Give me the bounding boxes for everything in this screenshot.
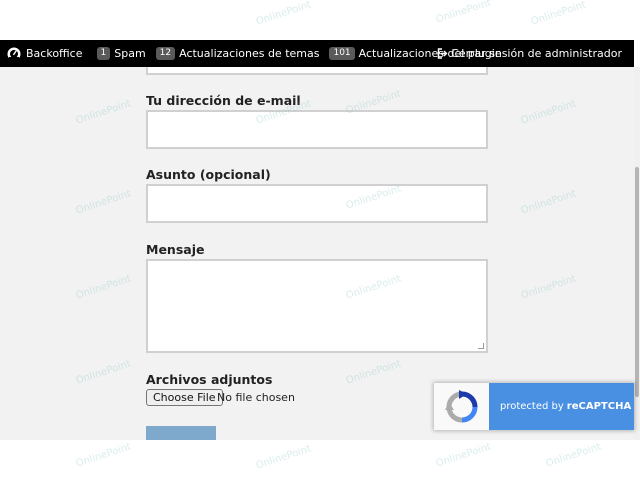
recaptcha-brand: reCAPTCHA (566, 401, 632, 412)
watermark: OnlinePoint (74, 358, 133, 387)
resize-handle-icon[interactable] (478, 343, 484, 349)
recaptcha-text: protected by reCAPTCHA (489, 383, 634, 430)
watermark: OnlinePoint (519, 188, 578, 217)
recaptcha-prefix: protected by (500, 401, 564, 412)
attachments-label: Archivos adjuntos (146, 372, 273, 387)
spam-count-badge: 1 (96, 47, 111, 60)
bottom-blank-area: OnlinePoint OnlinePoint OnlinePoint Onli… (0, 440, 640, 480)
subject-label: Asunto (opcional) (146, 167, 271, 182)
scrollbar[interactable] (634, 67, 640, 440)
admin-bar: Backoffice 1 Spam 12 Actualizaciones de … (0, 40, 634, 67)
logout-label: Cerrar sesión de administrador (451, 47, 622, 60)
logout-link[interactable]: Cerrar sesión de administrador (437, 40, 622, 67)
plugin-updates-count-badge: 101 (329, 47, 355, 60)
spam-label: Spam (114, 47, 146, 60)
backoffice-link[interactable]: Backoffice (0, 47, 83, 61)
recaptcha-logo-icon (434, 383, 489, 430)
message-textarea[interactable] (146, 259, 488, 353)
theme-updates-link[interactable]: 12 Actualizaciones de temas (155, 47, 320, 60)
watermark: OnlinePoint (344, 358, 403, 387)
watermark: OnlinePoint (74, 441, 133, 470)
watermark: OnlinePoint (519, 98, 578, 127)
scrollbar-thumb[interactable] (635, 167, 639, 397)
message-label: Mensaje (146, 242, 205, 257)
previous-input-field[interactable] (146, 67, 488, 75)
choose-file-button[interactable]: Choose File (146, 389, 223, 406)
email-field[interactable] (146, 110, 488, 149)
sign-out-icon (437, 48, 448, 59)
theme-updates-label: Actualizaciones de temas (179, 47, 320, 60)
backoffice-label: Backoffice (26, 47, 83, 60)
email-label: Tu dirección de e-mail (146, 93, 301, 108)
file-status-text: No file chosen (217, 391, 295, 404)
recaptcha-badge[interactable]: protected by reCAPTCHA (434, 383, 634, 430)
spam-link[interactable]: 1 Spam (96, 47, 146, 60)
watermark: OnlinePoint (544, 441, 603, 470)
watermark: OnlinePoint (434, 441, 493, 470)
theme-updates-count-badge: 12 (155, 47, 176, 60)
watermark: OnlinePoint (74, 188, 133, 217)
watermark: OnlinePoint (519, 273, 578, 302)
submit-button[interactable] (146, 426, 216, 440)
watermark: OnlinePoint (74, 273, 133, 302)
dashboard-gauge-icon (7, 47, 21, 61)
watermark: OnlinePoint (254, 443, 313, 472)
top-blank-area (0, 0, 640, 40)
watermark: OnlinePoint (74, 98, 133, 127)
subject-field[interactable] (146, 184, 488, 223)
